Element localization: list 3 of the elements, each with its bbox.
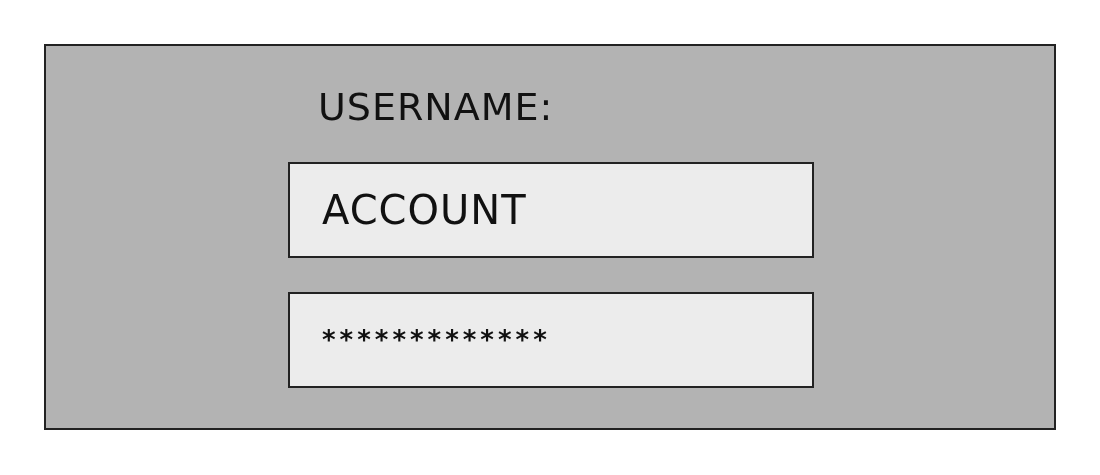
username-field[interactable]: ACCOUNT — [288, 162, 814, 258]
password-field[interactable]: ************* — [288, 292, 814, 388]
username-label: USERNAME: — [318, 84, 555, 131]
